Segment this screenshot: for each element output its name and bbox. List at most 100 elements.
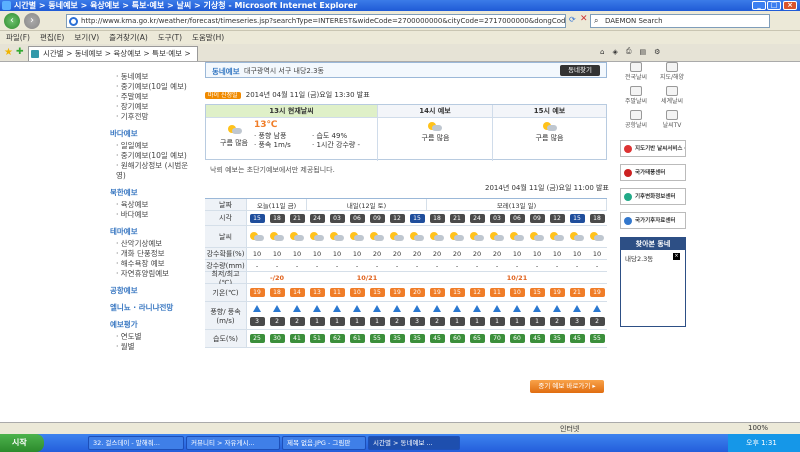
wind-cell: 1: [467, 302, 487, 329]
taskbar-item-community[interactable]: 커뮤니티 > 자유게시...: [186, 436, 280, 450]
zoom-level[interactable]: 100%: [748, 424, 768, 432]
hour-cell: 18: [587, 211, 607, 225]
wind-cell: 3: [247, 302, 267, 329]
midterm-forecast-button[interactable]: 중기 예보 바로가기 ▸: [530, 380, 604, 393]
menu-favorites[interactable]: 즐겨찾기(A): [109, 32, 148, 43]
start-button[interactable]: 시작: [0, 434, 44, 452]
print-icon[interactable]: ⎙: [626, 47, 632, 56]
wind-arrow-icon: [592, 305, 602, 315]
nav-item[interactable]: 해수욕장 예보: [110, 259, 194, 269]
nav-group-head[interactable]: 북한예보: [110, 187, 194, 198]
taskbar-item-music[interactable]: 32. 걸스데이 - 말해줘...: [88, 436, 184, 450]
minmax-cell: 10/21: [506, 273, 528, 282]
home-icon[interactable]: ⌂: [600, 48, 604, 56]
wind-cell: 3: [567, 302, 587, 329]
search-input[interactable]: ⌕ DAEMON Search: [590, 14, 770, 28]
url-input[interactable]: http://www.kma.go.kr/weather/forecast/ti…: [66, 14, 566, 28]
nav-item[interactable]: 자연휴양림예보: [110, 269, 194, 279]
hour-cell: 24: [467, 211, 487, 225]
nav-item[interactable]: 바다예보: [110, 210, 194, 220]
partly-cloudy-icon: [550, 232, 564, 241]
nav-item[interactable]: 산악기상예보: [110, 239, 194, 249]
nav-group-head[interactable]: 공항예보: [110, 285, 194, 296]
menu-tools[interactable]: 도구(T): [158, 32, 182, 43]
nav-group-head[interactable]: 엘니뇨 · 라니냐전망: [110, 302, 194, 313]
refresh-icon[interactable]: ⟳: [569, 15, 576, 24]
find-dong-button[interactable]: 동네찾기: [560, 65, 600, 76]
hour-badge: 09: [529, 213, 545, 223]
menu-view[interactable]: 보기(V): [74, 32, 99, 43]
humidity-cell: 35: [407, 330, 427, 347]
menu-help[interactable]: 도움말(H): [192, 32, 224, 43]
banner-link[interactable]: 국가기후자료센터: [620, 212, 686, 229]
hour-badge: 09: [369, 213, 385, 223]
banner-link[interactable]: 지도기반 날씨서비스 GIS Service: [620, 140, 686, 157]
add-favorite-icon[interactable]: ✚: [16, 47, 24, 57]
nav-group-head[interactable]: 테마예보: [110, 226, 194, 237]
quick-link[interactable]: 세계날씨: [654, 86, 690, 106]
nav-item[interactable]: 연도별: [110, 332, 194, 342]
taskbar-item-paint[interactable]: 제목 없음.JPG - 그림판: [282, 436, 366, 450]
page-menu-icon[interactable]: ▤: [639, 48, 646, 56]
nav-item[interactable]: 동네예보: [110, 72, 194, 82]
nav-item[interactable]: 주말예보: [110, 92, 194, 102]
favorites-star-icon[interactable]: ★: [4, 47, 13, 58]
temp-cell: 20: [407, 284, 427, 301]
quick-link[interactable]: 날씨TV: [654, 110, 690, 130]
forward-button[interactable]: ›: [24, 13, 40, 29]
nav-item[interactable]: 월별: [110, 342, 194, 352]
close-button[interactable]: ×: [783, 1, 797, 10]
hour-cell: 09: [367, 211, 387, 225]
rainprob-cell: 10: [572, 249, 582, 258]
weather-cell: [307, 226, 327, 247]
humidity-badge: 35: [409, 334, 425, 343]
nav-item[interactable]: 기후전망: [110, 112, 194, 122]
remove-icon[interactable]: ×: [673, 253, 680, 260]
nav-item[interactable]: 장기예보: [110, 102, 194, 112]
rainamt-cell: -: [375, 261, 379, 270]
tab-active[interactable]: 시간별 > 동네예보 > 육상예보 > 특보·예보 > ...: [28, 46, 198, 72]
temp-cell: 19: [247, 284, 267, 301]
quick-link[interactable]: 주말날씨: [618, 86, 654, 106]
banner-link[interactable]: 국가태풍센터: [620, 164, 686, 181]
quick-link[interactable]: 공항날씨: [618, 110, 654, 130]
nav-item[interactable]: 육상예보: [110, 200, 194, 210]
quick-link[interactable]: 전국날씨: [618, 62, 654, 82]
menu-file[interactable]: 파일(F): [6, 32, 30, 43]
nav-group-head[interactable]: 예보평가: [110, 319, 194, 330]
humidity-cell: 41: [287, 330, 307, 347]
nav-group-head[interactable]: 바다예보: [110, 128, 194, 139]
weather-cell: [547, 226, 567, 247]
temp-badge: 19: [549, 288, 565, 297]
nav-item[interactable]: 원해기상정보 (시범운영): [110, 161, 194, 181]
visited-item[interactable]: 내당2.3동 ×: [621, 250, 685, 266]
menu-edit[interactable]: 편집(E): [40, 32, 64, 43]
minimize-button[interactable]: _: [752, 1, 766, 10]
partly-cloudy-icon: [350, 232, 364, 241]
nav-item[interactable]: 개화 단풍정보: [110, 249, 194, 259]
quick-link[interactable]: 지도/해양: [654, 62, 690, 82]
weather-cell: [467, 226, 487, 247]
row-cells: 19 18 14 13 11 10 15 19 20 19 15 12 11 10 15 19 21 19: [247, 284, 607, 301]
tools-menu-icon[interactable]: ⚙: [654, 48, 660, 56]
nav-item[interactable]: 중기예보(10일 예보): [110, 82, 194, 92]
humidity-cell: 30: [267, 330, 287, 347]
maximize-button[interactable]: □: [767, 1, 781, 10]
quick-link-label: 지도/해양: [659, 74, 685, 81]
visited-box: 찾아본 동네 내당2.3동 ×: [620, 237, 686, 327]
current-weather: 13시 현재날씨 구름 많음 13℃ · 풍향 남풍 · 풍속 1m/s · 습…: [206, 105, 378, 161]
row-rainprob: 강수확률(%) 10 10 10 10 10 10 20 20 20 20 20 20 20 10 10 10 1…: [205, 248, 607, 260]
back-button[interactable]: ‹: [4, 13, 20, 29]
nav-item[interactable]: 중기예보(10일 예보): [110, 151, 194, 161]
nav-item[interactable]: 일일예보: [110, 141, 194, 151]
temp-badge: 15: [369, 288, 385, 297]
windspeed-badge: 2: [549, 317, 565, 326]
rainprob-cell: 10: [252, 249, 262, 258]
banner-link[interactable]: 기후변화정보센터: [620, 188, 686, 205]
stop-icon[interactable]: ✕: [580, 14, 588, 24]
humidity-badge: 45: [529, 334, 545, 343]
hour-badge: 24: [469, 213, 485, 223]
wind-arrow-icon: [292, 305, 302, 315]
feeds-icon[interactable]: ◈: [612, 48, 617, 56]
taskbar-item-ie[interactable]: 시간별 > 동네예보 ...: [368, 436, 460, 450]
